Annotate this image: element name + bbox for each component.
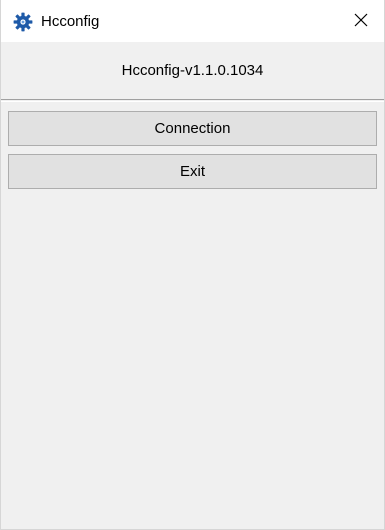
connection-button[interactable]: Connection — [8, 111, 377, 146]
close-icon — [353, 12, 369, 31]
title-bar[interactable]: Hcconfig — [1, 0, 384, 42]
close-button[interactable] — [338, 0, 384, 42]
divider — [1, 101, 384, 102]
version-label: Hcconfig-v1.1.0.1034 — [121, 62, 264, 79]
window-title: Hcconfig — [41, 13, 100, 30]
version-header: Hcconfig-v1.1.0.1034 — [1, 42, 384, 100]
app-window: Hcconfig Hcconfig-v1.1.0.1034 Connection… — [0, 0, 385, 530]
exit-button[interactable]: Exit — [8, 154, 377, 189]
gear-icon — [13, 12, 33, 32]
